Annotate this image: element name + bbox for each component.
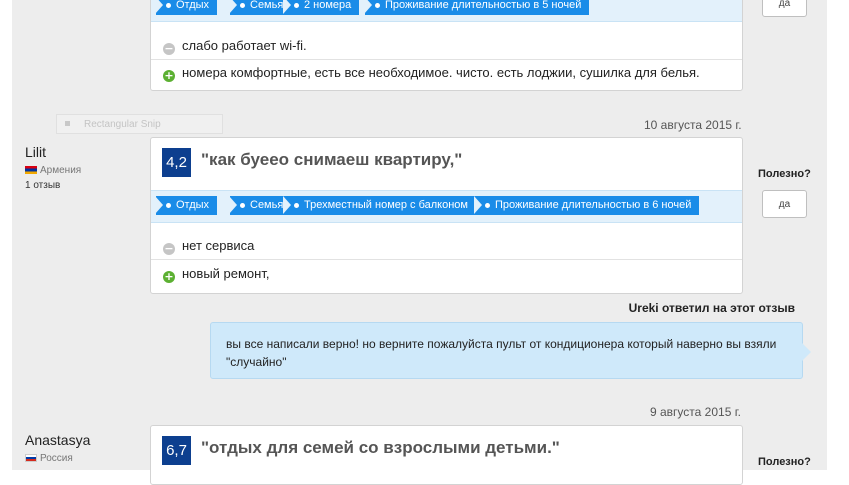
- minus-icon: −: [163, 242, 175, 255]
- reviews-canvas: Отдых Семья 2 номера Проживание длительн…: [12, 0, 827, 485]
- review-card: 4,2 "как буеео снимаеш квартиру," Отдых …: [150, 137, 743, 294]
- reviewer-name[interactable]: Lilit: [25, 144, 46, 160]
- russia-flag-icon: [25, 454, 37, 462]
- review-con: − нет сервиса: [163, 238, 254, 255]
- reviewer-review-count: 1 отзыв: [25, 180, 61, 191]
- review-score: 6,7: [162, 436, 191, 465]
- tag[interactable]: 2 номера: [282, 0, 360, 15]
- review-tags: Отдых Семья 2 номера Проживание длительн…: [151, 0, 742, 22]
- tag[interactable]: Отдых: [154, 196, 218, 215]
- tag[interactable]: Проживание длительностью в 5 ночей: [363, 0, 590, 15]
- review-card: Отдых Семья 2 номера Проживание длительн…: [150, 0, 743, 91]
- helpful-label: Полезно?: [758, 456, 811, 468]
- tag[interactable]: Отдых: [154, 0, 218, 15]
- owner-reply-header: Ureki ответил на этот отзыв: [628, 301, 795, 315]
- reviewer-country-label: Армения: [40, 165, 82, 176]
- reviewer-name[interactable]: Anastasya: [25, 432, 90, 448]
- review-pro: + номера комфортные, есть все необходимое…: [163, 65, 700, 82]
- review-con: − слабо работает wi-fi.: [163, 38, 307, 55]
- review-con-text: нет сервиса: [182, 238, 255, 253]
- snip-overlay: Rectangular Snip: [56, 114, 223, 134]
- reviewer-country: Россия: [25, 453, 73, 464]
- divider: [151, 259, 742, 260]
- snip-icon: [65, 121, 70, 126]
- tag[interactable]: Трехместный номер с балконом: [283, 196, 476, 215]
- plus-icon: +: [163, 69, 175, 82]
- review-tags: Отдых Семья Трехместный номер с балконом…: [151, 190, 742, 223]
- owner-reply-text: вы все написали верно! но верните пожалу…: [226, 337, 777, 369]
- review-card: 6,7 "отдых для семей со взрослыми детьми…: [150, 425, 743, 485]
- review-date: 10 августа 2015 г.: [644, 118, 742, 132]
- snip-label: Rectangular Snip: [84, 119, 161, 130]
- review-title: "отдых для семей со взрослыми детьми.": [201, 438, 560, 457]
- review-pro-text: номера комфортные, есть все необходимое.…: [182, 65, 700, 80]
- review-score: 4,2: [162, 148, 191, 177]
- review-date: 9 августа 2015 г.: [650, 405, 741, 419]
- helpful-yes-button[interactable]: да: [762, 0, 807, 17]
- reviewer-country: Армения: [25, 165, 81, 176]
- plus-icon: +: [163, 270, 175, 283]
- owner-reply: вы все написали верно! но верните пожалу…: [210, 322, 811, 379]
- helpful-yes-button[interactable]: да: [762, 190, 807, 218]
- reviewer-country-label: Россия: [40, 453, 73, 464]
- review-pro-text: новый ремонт,: [182, 266, 270, 281]
- minus-icon: −: [163, 42, 175, 55]
- armenia-flag-icon: [25, 166, 37, 174]
- review-title: "как буеео снимаеш квартиру,": [201, 150, 463, 169]
- review-pro: + новый ремонт,: [163, 266, 269, 283]
- review-con-text: слабо работает wi-fi.: [182, 38, 307, 53]
- helpful-label: Полезно?: [758, 168, 811, 180]
- tag[interactable]: Проживание длительностью в 6 ночей: [473, 196, 700, 215]
- divider: [151, 59, 742, 60]
